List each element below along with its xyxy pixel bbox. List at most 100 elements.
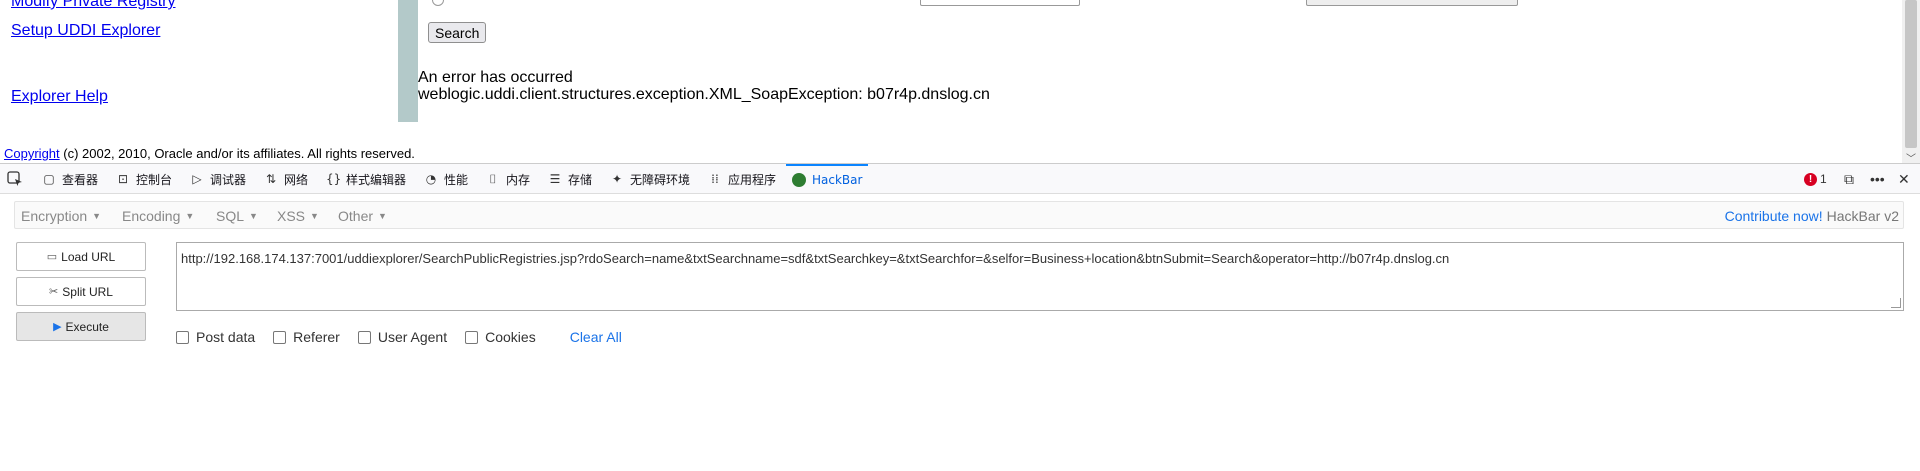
left-nav: Modify Private Registry Setup UDDI Explo… [0,0,398,122]
tab-hackbar[interactable]: ● HackBar [786,164,869,194]
footer-text: (c) 2002, 2010, Oracle and/or its affili… [63,146,415,161]
clear-all-link[interactable]: Clear All [570,329,622,345]
load-icon: ▭ [46,251,58,263]
scroll-down-icon[interactable]: ﹀ [1906,150,1916,163]
search-radio[interactable] [432,0,444,6]
checkbox[interactable] [273,330,287,344]
menu-xss[interactable]: XSS ▼ [277,202,319,230]
tab-label: 应用程序 [728,172,777,187]
checkbox[interactable] [357,330,371,344]
error-detail: weblogic.uddi.client.structures.exceptio… [418,86,990,103]
option-post-data[interactable]: Post data [176,329,255,345]
devtools-toolbar: ▢ 查看器 ⊡ 控制台 ▷ 调试器 ⇅ 网络 {} 样式编辑器 ◔ 性能 ⌷ 内存 ☰ 存储 ✦… [0,164,1920,194]
element-picker-icon[interactable] [6,170,24,188]
tab-console[interactable]: ⊡ 控制台 [116,164,172,194]
caret-down-icon: ▼ [249,211,258,221]
caret-down-icon: ▼ [378,211,387,221]
menu-sql[interactable]: SQL ▼ [216,202,258,230]
debugger-icon: ▷ [192,172,202,186]
inspector-icon: ▢ [43,172,55,186]
caret-down-icon: ▼ [185,211,195,221]
option-label: Cookies [485,329,536,345]
menu-encryption[interactable]: Encryption ▼ [21,202,101,230]
option-label: Post data [196,329,256,345]
url-textarea[interactable]: http://192.168.174.137:7001/uddiexplorer… [176,242,1904,311]
memory-icon: ⌷ [489,172,497,186]
load-url-button[interactable]: ▭ Load URL [16,242,146,271]
request-options: Post data Referer User Agent Cookies Cle… [176,327,622,347]
tab-accessibility[interactable]: ✦ 无障碍环境 [610,164,690,194]
menu-label: Encryption [21,208,88,224]
option-cookies[interactable]: Cookies [465,329,536,345]
error-title: An error has occurred [418,69,573,86]
tab-storage[interactable]: ☰ 存储 [548,164,592,194]
more-options-icon[interactable]: ••• [1870,164,1885,194]
menu-label: Encoding [122,208,181,224]
contribute-area: Contribute now! HackBar v2 [1725,202,1899,230]
tab-network[interactable]: ⇅ 网络 [264,164,308,194]
checkbox[interactable] [465,330,479,344]
setup-uddi-explorer-link[interactable]: Setup UDDI Explorer [11,22,160,40]
tab-memory[interactable]: ⌷ 内存 [486,164,530,194]
error-count: 1 [1820,172,1827,186]
error-icon: ! [1804,172,1817,186]
caret-down-icon: ▼ [92,211,102,221]
play-icon: ▶ [53,321,62,333]
option-referer[interactable]: Referer [273,329,340,345]
nav-divider [398,0,418,122]
main-content: Search An error has occurred weblogic.ud… [418,0,1902,122]
tab-label: 查看器 [62,172,99,187]
tab-label: 内存 [506,172,531,187]
menu-label: XSS [277,208,306,224]
option-label: Referer [293,329,340,345]
close-icon[interactable]: ✕ [1898,164,1910,194]
copyright-link[interactable]: Copyright [4,146,60,161]
tab-label: 调试器 [210,172,247,187]
option-user-agent[interactable]: User Agent [357,329,448,345]
error-counter[interactable]: ! 1 [1804,164,1827,194]
menu-encoding[interactable]: Encoding ▼ [122,202,194,230]
tab-debugger[interactable]: ▷ 调试器 [190,164,246,194]
search-select[interactable] [1306,0,1518,6]
tab-application[interactable]: ⁞⁞ 应用程序 [708,164,776,194]
menu-other[interactable]: Other ▼ [338,202,387,230]
page-scrollbar[interactable]: ﹀ [1902,0,1920,163]
footer: Copyright (c) 2002, 2010, Oracle and/or … [4,146,415,161]
explorer-help-link[interactable]: Explorer Help [11,88,108,106]
performance-icon: ◔ [425,172,437,186]
hackbar-version: HackBar v2 [1826,208,1899,224]
option-label: User Agent [377,329,448,345]
url-text: http://192.168.174.137:7001/uddiexplorer… [181,251,1450,266]
menu-label: SQL [216,208,245,224]
network-icon: ⇅ [265,172,277,186]
accessibility-icon: ✦ [611,172,623,186]
web-page: Modify Private Registry Setup UDDI Explo… [0,0,1920,163]
search-button[interactable]: Search [428,22,487,43]
search-input[interactable] [920,0,1080,6]
tab-label: 样式编辑器 [346,172,407,187]
tab-performance[interactable]: ◔ 性能 [424,164,468,194]
devtools-panel: ▢ 查看器 ⊡ 控制台 ▷ 调试器 ⇅ 网络 {} 样式编辑器 ◔ 性能 ⌷ 内存 ☰ 存储 ✦… [0,163,1920,471]
hackbar-icon: ● [792,173,806,187]
tab-label: 网络 [284,172,309,187]
console-icon: ⊡ [117,172,129,186]
button-label: Split URL [62,284,113,299]
resize-grip-icon[interactable] [1891,298,1901,308]
contribute-link[interactable]: Contribute now! [1725,208,1823,224]
tab-inspector[interactable]: ▢ 查看器 [42,164,98,194]
tab-label: 控制台 [136,172,173,187]
scroll-thumb[interactable] [1905,0,1917,148]
tab-style-editor[interactable]: {} 样式编辑器 [326,164,406,194]
execute-button[interactable]: ▶ Execute [16,312,146,341]
scissors-icon: ✂ [49,286,59,298]
dock-icon[interactable]: ⧉ [1844,164,1854,194]
caret-down-icon: ▼ [310,211,319,221]
tab-label: 性能 [444,172,469,187]
storage-icon: ☰ [549,172,561,186]
style-editor-icon: {} [326,172,342,186]
hackbar-menu: Encryption ▼ Encoding ▼ SQL ▼ XSS ▼ Other ▼ C… [14,201,1904,229]
modify-private-registry-link[interactable]: Modify Private Registry [11,0,176,11]
tab-label: HackBar [812,173,863,187]
split-url-button[interactable]: ✂ Split URL [16,277,146,306]
checkbox[interactable] [176,330,189,344]
